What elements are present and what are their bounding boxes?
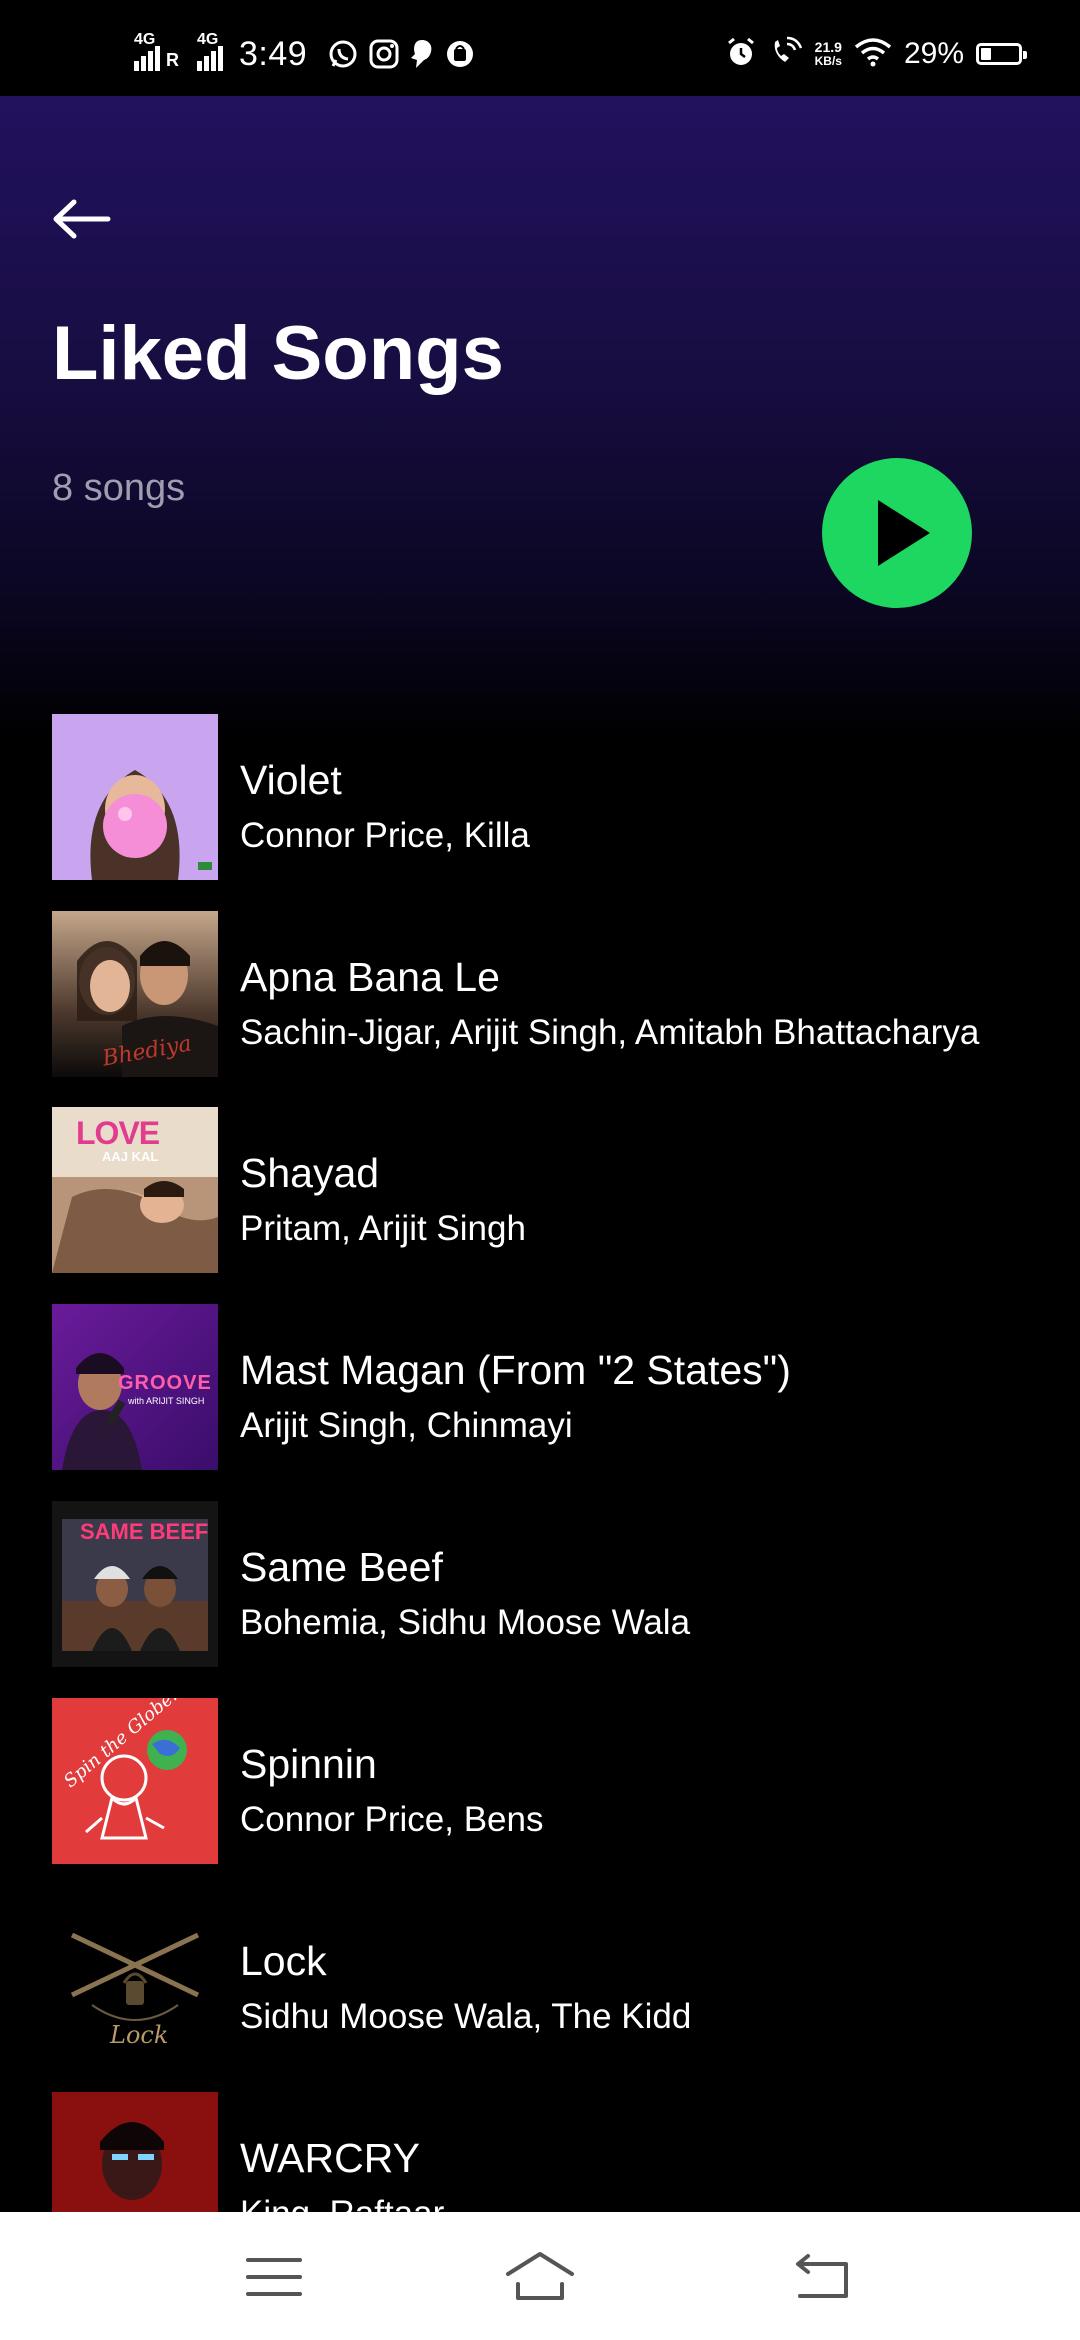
signal-sim2-icon: 4G — [197, 31, 223, 71]
song-row[interactable]: Bhediya Apna Bana Le Sachin-Jigar, Ariji… — [52, 911, 1052, 1077]
song-title: Spinnin — [240, 1741, 377, 1787]
app-icon — [445, 39, 475, 69]
song-list: Violet Connor Price, Killa Bhediya Apna … — [0, 714, 1080, 2212]
song-row[interactable]: Violet Connor Price, Killa — [52, 714, 1052, 880]
cover-apna-bana-le: Bhediya — [52, 911, 218, 1077]
cover-caption-line1: LOVE — [76, 1115, 160, 1151]
cover-caption-line2: AAJ KAL — [102, 1149, 159, 1164]
song-row[interactable]: SAME BEEF Same Beef Bohemia, Sidhu Moose… — [52, 1501, 1052, 1667]
cover-spinnin: Spin the Globe! — [52, 1698, 218, 1864]
song-artist: Connor Price, Bens — [240, 1800, 544, 1839]
battery-percent: 29% — [903, 37, 964, 70]
instagram-icon — [369, 39, 399, 69]
sim2-network-label: 4G — [197, 31, 219, 48]
cover-shayad: LOVE AAJ KAL — [52, 1107, 218, 1273]
song-title: Apna Bana Le — [240, 954, 500, 1000]
cover-caption-line2: with ARIJIT SINGH — [128, 1396, 205, 1406]
network-speed: 21.9 KB/s — [815, 40, 842, 68]
status-left: 4G R 4G 3:49 — [134, 31, 475, 74]
song-row[interactable]: Lock Lock Sidhu Moose Wala, The Kidd — [52, 1895, 1052, 2061]
song-title: Same Beef — [240, 1544, 443, 1590]
song-artist: Sidhu Moose Wala, The Kidd — [240, 1997, 692, 2036]
sim1-network-label: 4G — [134, 31, 156, 48]
liked-songs-screen: 4G R 4G 3:49 21.9 KB/s 29% Liked Songs 8… — [0, 0, 1080, 2340]
cover-violet — [52, 714, 218, 880]
home-icon — [506, 2252, 574, 2300]
song-title: Shayad — [240, 1150, 380, 1196]
snapchat-icon — [409, 38, 435, 70]
whatsapp-icon — [327, 38, 359, 70]
cover-caption: Lock — [110, 2021, 169, 2049]
play-button[interactable] — [822, 458, 972, 608]
status-right: 21.9 KB/s 29% — [725, 34, 1027, 74]
song-artist: Arijit Singh, Chinmayi — [240, 1406, 573, 1445]
menu-icon — [246, 2258, 302, 2296]
song-artist: Pritam, Arijit Singh — [240, 1209, 526, 1248]
alarm-icon — [725, 36, 757, 73]
back-icon — [796, 2254, 848, 2298]
playlist-header — [0, 96, 1080, 736]
status-time: 3:49 — [239, 34, 308, 73]
song-row[interactable]: LOVE AAJ KAL Shayad Pritam, Arijit Singh — [52, 1107, 1052, 1273]
navigation-bar — [0, 2212, 1080, 2340]
menu-button[interactable] — [234, 2242, 314, 2312]
arrow-left-icon — [53, 199, 111, 239]
play-icon — [878, 500, 930, 566]
cover-caption: SAME BEEF — [80, 1519, 209, 1544]
song-title: WARCRY — [240, 2135, 420, 2181]
song-title: Mast Magan (From "2 States") — [240, 1347, 791, 1393]
song-title: Lock — [240, 1938, 327, 1984]
song-artist: Sachin-Jigar, Arijit Singh, Amitabh Bhat… — [240, 1013, 980, 1052]
cover-mast-magan: GROOVE with ARIJIT SINGH — [52, 1304, 218, 1470]
cover-caption-line1: GROOVE — [118, 1372, 212, 1394]
cover-warcry — [52, 2092, 218, 2212]
cover-lock: Lock — [52, 1895, 218, 2061]
wifi-calling-icon — [769, 36, 803, 73]
song-artist: Connor Price, Killa — [240, 816, 530, 855]
signal-sim1-icon: 4G R — [134, 31, 179, 71]
page-title: Liked Songs — [52, 311, 504, 396]
wifi-icon — [854, 37, 892, 72]
song-row[interactable]: GROOVE with ARIJIT SINGH Mast Magan (Fro… — [52, 1304, 1052, 1470]
nav-back-button[interactable] — [782, 2242, 862, 2312]
song-count: 8 songs — [52, 467, 186, 509]
roaming-label: R — [166, 50, 179, 70]
cover-same-beef: SAME BEEF — [52, 1501, 218, 1667]
song-row[interactable]: Spin the Globe! Spinnin Connor Price, Be… — [52, 1698, 1052, 1864]
home-button[interactable] — [500, 2242, 580, 2312]
status-bar: 4G R 4G 3:49 21.9 KB/s 29% — [0, 0, 1080, 96]
network-speed-value: 21.9 — [814, 39, 842, 55]
network-speed-unit: KB/s — [814, 54, 842, 68]
song-title: Violet — [240, 757, 342, 803]
song-artist: King, Raftaar — [240, 2193, 444, 2212]
song-row[interactable]: WARCRY King, Raftaar — [52, 2092, 1052, 2212]
battery-icon — [976, 43, 1027, 65]
back-button[interactable] — [52, 194, 112, 244]
song-artist: Bohemia, Sidhu Moose Wala — [240, 1603, 691, 1642]
